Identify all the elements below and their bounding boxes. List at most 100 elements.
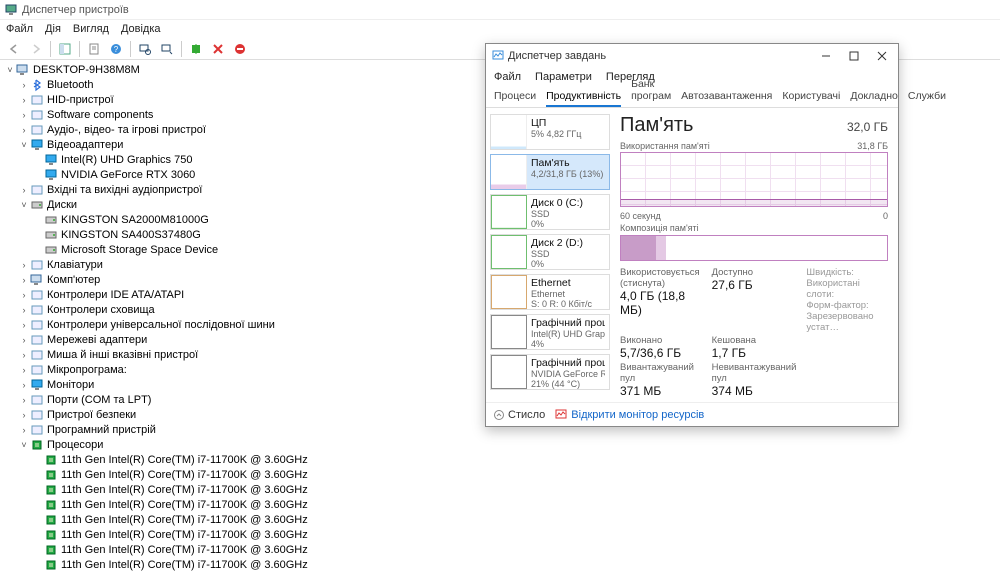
device-label: Миша й інші вказівні пристрої — [47, 349, 198, 361]
help-icon[interactable]: ? — [106, 40, 126, 58]
tab-apphistory[interactable]: Банк програм — [631, 78, 671, 107]
tab-processes[interactable]: Процеси — [494, 90, 536, 107]
tm-titlebar[interactable]: Диспетчер завдань — [486, 44, 898, 68]
perf-tile-d2[interactable]: Диск 2 (D:) SSD0% — [490, 234, 610, 270]
expand-arrow-icon[interactable]: › — [18, 124, 30, 136]
enable-icon[interactable] — [186, 40, 206, 58]
perf-tile-eth[interactable]: Ethernet EthernetS: 0 R: 0 Кбіт/с — [490, 274, 610, 310]
show-hide-tree-icon[interactable] — [55, 40, 75, 58]
tree-category[interactable]: ˅ Процесори — [4, 437, 996, 452]
expand-arrow-icon[interactable]: › — [18, 334, 30, 346]
disable-icon[interactable] — [208, 40, 228, 58]
expand-arrow-icon[interactable]: › — [18, 109, 30, 121]
scan-icon[interactable] — [135, 40, 155, 58]
perf-tile-d0[interactable]: Диск 0 (C:) SSD0% — [490, 194, 610, 230]
device-icon — [30, 303, 44, 317]
tree-device[interactable]: 11th Gen Intel(R) Core(TM) i7-11700K @ 3… — [4, 527, 996, 542]
dm-menu-view[interactable]: Вигляд — [73, 23, 109, 35]
expand-arrow-icon[interactable] — [32, 469, 44, 481]
tab-services[interactable]: Служби — [908, 90, 946, 107]
expand-arrow-icon[interactable]: › — [18, 304, 30, 316]
perf-tile-mem[interactable]: Пам'ять 4,2/31,8 ГБ (13%) — [490, 154, 610, 190]
dm-menu-file[interactable]: Файл — [6, 23, 33, 35]
fewer-details-toggle[interactable]: Стисло — [494, 409, 545, 421]
perf-tile-gpu0[interactable]: Графічний проце Intel(R) UHD Graphics 75… — [490, 314, 610, 350]
dm-menu-help[interactable]: Довідка — [121, 23, 161, 35]
tab-startup[interactable]: Автозавантаження — [681, 90, 772, 107]
expand-arrow-icon[interactable] — [32, 514, 44, 526]
tile-title: Диск 0 (C:) — [531, 197, 605, 209]
expand-arrow-icon[interactable]: › — [18, 379, 30, 391]
expand-arrow-icon[interactable]: › — [18, 184, 30, 196]
expand-arrow-icon[interactable]: › — [18, 79, 30, 91]
dm-titlebar: Диспетчер пристроїв — [0, 0, 1000, 20]
expand-arrow-icon[interactable]: › — [18, 409, 30, 421]
expand-arrow-icon[interactable]: ˅ — [18, 439, 30, 451]
expand-arrow-icon[interactable]: › — [18, 394, 30, 406]
perf-tile-cpu[interactable]: ЦП 5% 4,82 ГГц — [490, 114, 610, 150]
expand-arrow-icon[interactable] — [32, 454, 44, 466]
expand-arrow-icon[interactable]: ˅ — [4, 64, 16, 76]
expand-arrow-icon[interactable] — [32, 154, 44, 166]
open-resource-monitor-link[interactable]: Відкрити монітор ресурсів — [555, 409, 704, 421]
expand-arrow-icon[interactable] — [32, 244, 44, 256]
graph1-label-left: Використання пам'яті — [620, 141, 710, 151]
properties-icon[interactable] — [84, 40, 104, 58]
nav-forward-icon[interactable] — [26, 40, 46, 58]
tree-device[interactable]: 11th Gen Intel(R) Core(TM) i7-11700K @ 3… — [4, 482, 996, 497]
graph1-bottom: 60 секунд — [620, 211, 661, 221]
tile-subtitle: 0% — [531, 259, 605, 269]
tree-device[interactable]: 11th Gen Intel(R) Core(TM) i7-11700K @ 3… — [4, 467, 996, 482]
device-label: Пристрої безпеки — [47, 409, 136, 421]
expand-arrow-icon[interactable]: ˅ — [18, 199, 30, 211]
expand-arrow-icon[interactable]: › — [18, 364, 30, 376]
expand-arrow-icon[interactable]: › — [18, 349, 30, 361]
expand-arrow-icon[interactable] — [32, 499, 44, 511]
tab-users[interactable]: Користувачі — [782, 90, 840, 107]
tile-subtitle: NVIDIA GeForce RTX 306 — [531, 369, 605, 379]
dm-menu-action[interactable]: Дія — [45, 23, 61, 35]
tab-details[interactable]: Докладно — [850, 90, 898, 107]
expand-arrow-icon[interactable]: ˅ — [18, 139, 30, 151]
nav-back-icon[interactable] — [4, 40, 24, 58]
expand-arrow-icon[interactable] — [32, 214, 44, 226]
tree-device[interactable]: 11th Gen Intel(R) Core(TM) i7-11700K @ 3… — [4, 542, 996, 557]
uninstall-icon[interactable] — [230, 40, 250, 58]
tile-title: Графічний проце — [531, 317, 605, 329]
device-label: Microsoft Storage Space Device — [61, 244, 218, 256]
device-manager-icon — [4, 3, 18, 17]
tab-performance[interactable]: Продуктивність — [546, 90, 621, 107]
chevron-up-icon — [494, 410, 504, 420]
expand-arrow-icon[interactable]: › — [18, 319, 30, 331]
tree-device[interactable]: 11th Gen Intel(R) Core(TM) i7-11700K @ 3… — [4, 452, 996, 467]
expand-arrow-icon[interactable] — [32, 559, 44, 571]
device-label: Мікропрограма: — [47, 364, 127, 376]
tm-menu-file[interactable]: Файл — [494, 71, 521, 83]
device-icon — [44, 153, 58, 167]
expand-arrow-icon[interactable]: › — [18, 94, 30, 106]
perf-tile-gpu1[interactable]: Графічний проце NVIDIA GeForce RTX 30621… — [490, 354, 610, 390]
device-icon — [44, 468, 58, 482]
stat-npaged-value: 374 МБ — [712, 384, 797, 398]
device-label: 11th Gen Intel(R) Core(TM) i7-11700K @ 3… — [61, 469, 308, 481]
tile-title: Ethernet — [531, 277, 605, 289]
expand-arrow-icon[interactable] — [32, 169, 44, 181]
expand-arrow-icon[interactable]: › — [18, 274, 30, 286]
close-button[interactable] — [868, 46, 896, 66]
tree-device[interactable]: 11th Gen Intel(R) Core(TM) i7-11700K @ 3… — [4, 512, 996, 527]
expand-arrow-icon[interactable] — [32, 529, 44, 541]
expand-arrow-icon[interactable]: › — [18, 424, 30, 436]
minimize-button[interactable] — [812, 46, 840, 66]
tile-title: Диск 2 (D:) — [531, 237, 605, 249]
expand-arrow-icon[interactable] — [32, 484, 44, 496]
maximize-button[interactable] — [840, 46, 868, 66]
refresh-icon[interactable] — [157, 40, 177, 58]
expand-arrow-icon[interactable] — [32, 544, 44, 556]
expand-arrow-icon[interactable] — [32, 229, 44, 241]
expand-arrow-icon[interactable]: › — [18, 259, 30, 271]
tm-menu-options[interactable]: Параметри — [535, 71, 592, 83]
stat-commit-value: 5,7/36,6 ГБ — [620, 346, 702, 360]
expand-arrow-icon[interactable]: › — [18, 289, 30, 301]
tree-device[interactable]: 11th Gen Intel(R) Core(TM) i7-11700K @ 3… — [4, 497, 996, 512]
tree-device[interactable]: 11th Gen Intel(R) Core(TM) i7-11700K @ 3… — [4, 557, 996, 572]
